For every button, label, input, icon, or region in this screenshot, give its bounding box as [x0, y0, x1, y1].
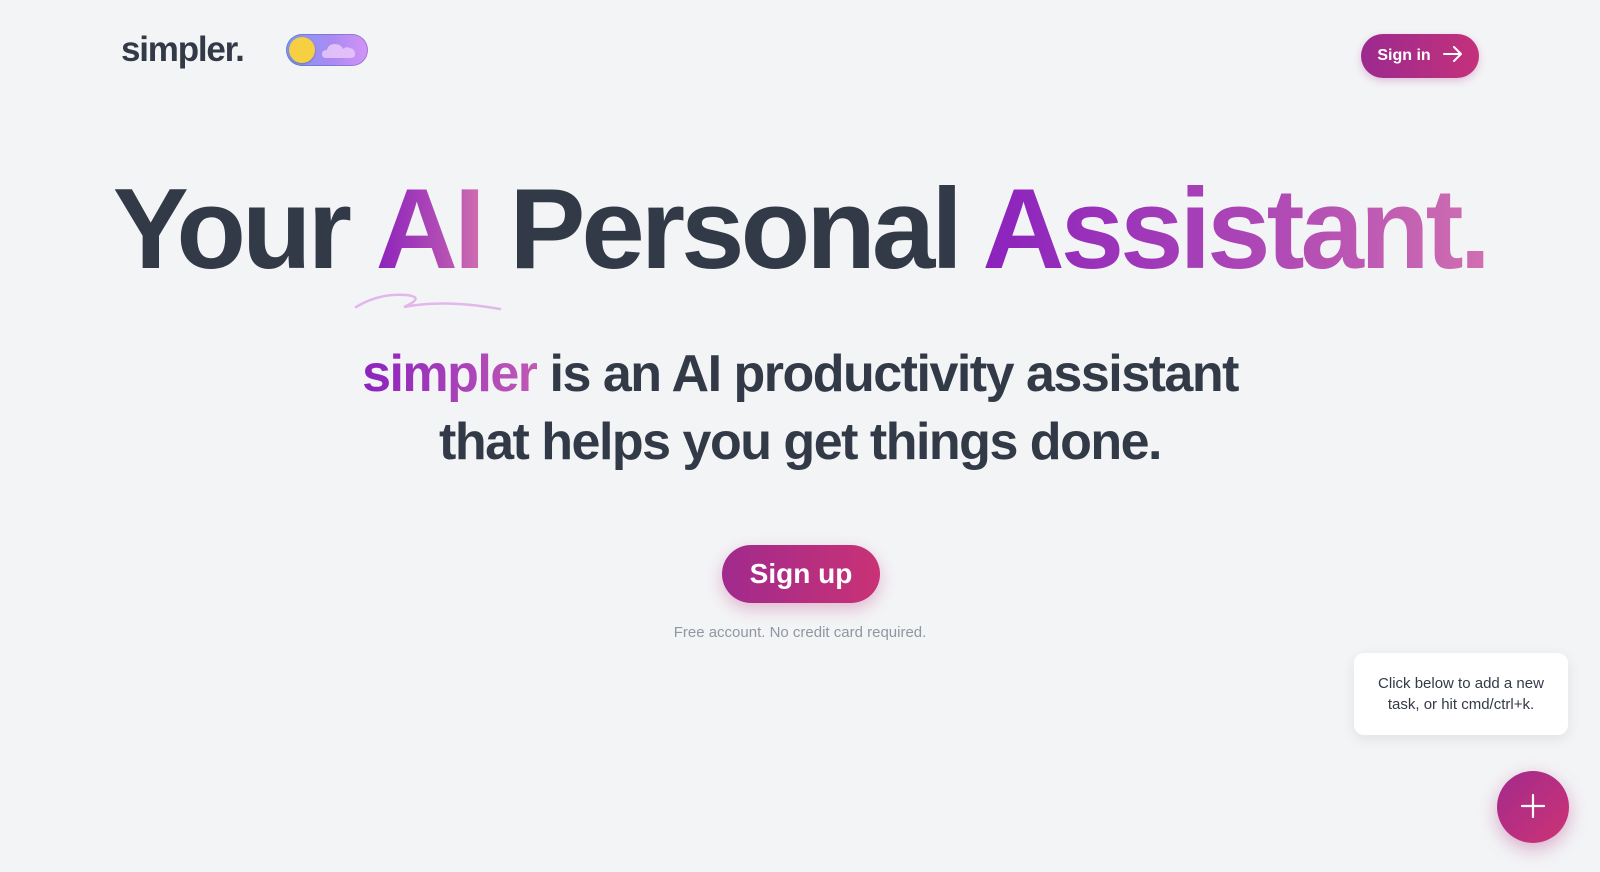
underline-squiggle-icon [354, 293, 501, 311]
theme-toggle[interactable] [286, 34, 368, 66]
hero-title-part1: Your [112, 166, 352, 293]
arrow-right-icon [1442, 45, 1463, 67]
add-task-button[interactable] [1497, 771, 1569, 843]
hero-title-highlight-assistant: Assistant. [982, 166, 1491, 293]
hero-title-part2: Personal [509, 166, 963, 293]
hero-subtitle-line2: that helps you get things done. [439, 413, 1162, 471]
fine-print: Free account. No credit card required. [673, 624, 927, 641]
subtitle-brand: simpler [362, 345, 538, 403]
hero-title-highlight-ai: AI [375, 166, 486, 293]
cloud-icon [320, 40, 358, 65]
hero-subtitle: simpler is an AI productivity assistant … [0, 340, 1600, 476]
sign-in-label: Sign in [1377, 47, 1431, 64]
hero-title-ai: AI [354, 165, 501, 311]
sign-in-button[interactable]: Sign in [1361, 34, 1479, 78]
subtitle-line1-text: is an AI productivity assistant [549, 345, 1240, 403]
sign-up-button[interactable]: Sign up [722, 545, 880, 603]
logo[interactable]: simpler. [121, 30, 245, 70]
hero-subtitle-line1: simpler is an AI productivity assistant [0, 340, 1600, 408]
tooltip-text: Click below to add a new task, or hit cm… [1378, 675, 1544, 713]
sun-icon [289, 37, 315, 63]
plus-icon [1519, 792, 1547, 823]
add-task-tooltip: Click below to add a new task, or hit cm… [1354, 653, 1568, 735]
hero-title: Your AI Personal Assistant. [0, 165, 1600, 311]
